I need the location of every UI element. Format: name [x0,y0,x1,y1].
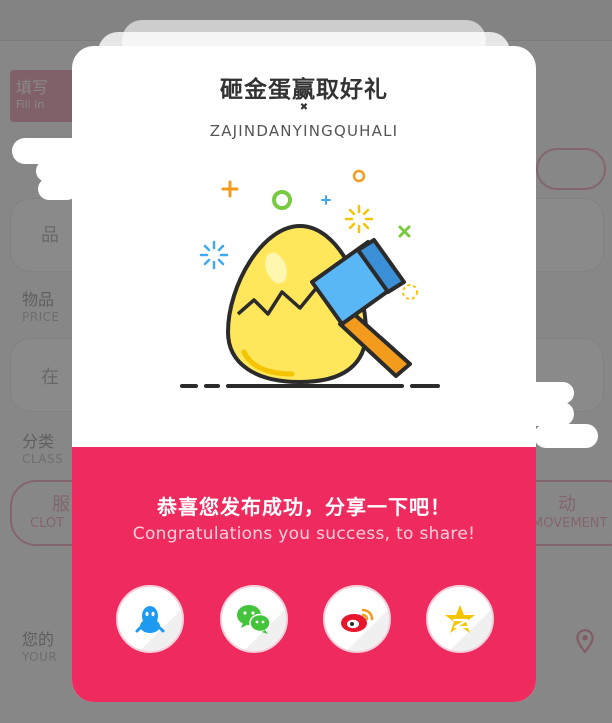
weibo-icon [341,608,374,632]
share-button-row [72,585,536,655]
share-weibo-button[interactable] [323,585,391,653]
title-divider-mark: ✖ [299,102,309,113]
cloud-streak-right-3 [534,424,598,448]
cloud-streak-left-3 [38,178,78,200]
share-panel: 恭喜您发布成功，分享一下吧！ Congratulations you succe… [72,447,536,702]
qzone-icon [445,605,475,633]
modal-title: 砸金蛋赢取好礼 [220,77,388,103]
share-qq-button[interactable] [116,585,184,653]
success-message-en: Congratulations you success, to share! [132,524,476,544]
share-modal: 砸金蛋赢取好礼 ✖ ZAJINDANYINGQUHALI 恭喜您发布成功，分享一… [72,46,536,702]
qq-icon [135,606,165,633]
success-message-cn: 恭喜您发布成功，分享一下吧！ [157,495,451,519]
cloud-streak-right-2 [516,402,574,426]
share-wechat-button[interactable] [220,585,288,653]
modal-subtitle: ZAJINDANYINGQUHALI [209,122,399,140]
share-qzone-button[interactable] [426,585,494,653]
golden-egg-hammer-illustration [180,169,440,388]
cloud-streak-right-1 [518,382,574,404]
wechat-icon [237,605,271,634]
